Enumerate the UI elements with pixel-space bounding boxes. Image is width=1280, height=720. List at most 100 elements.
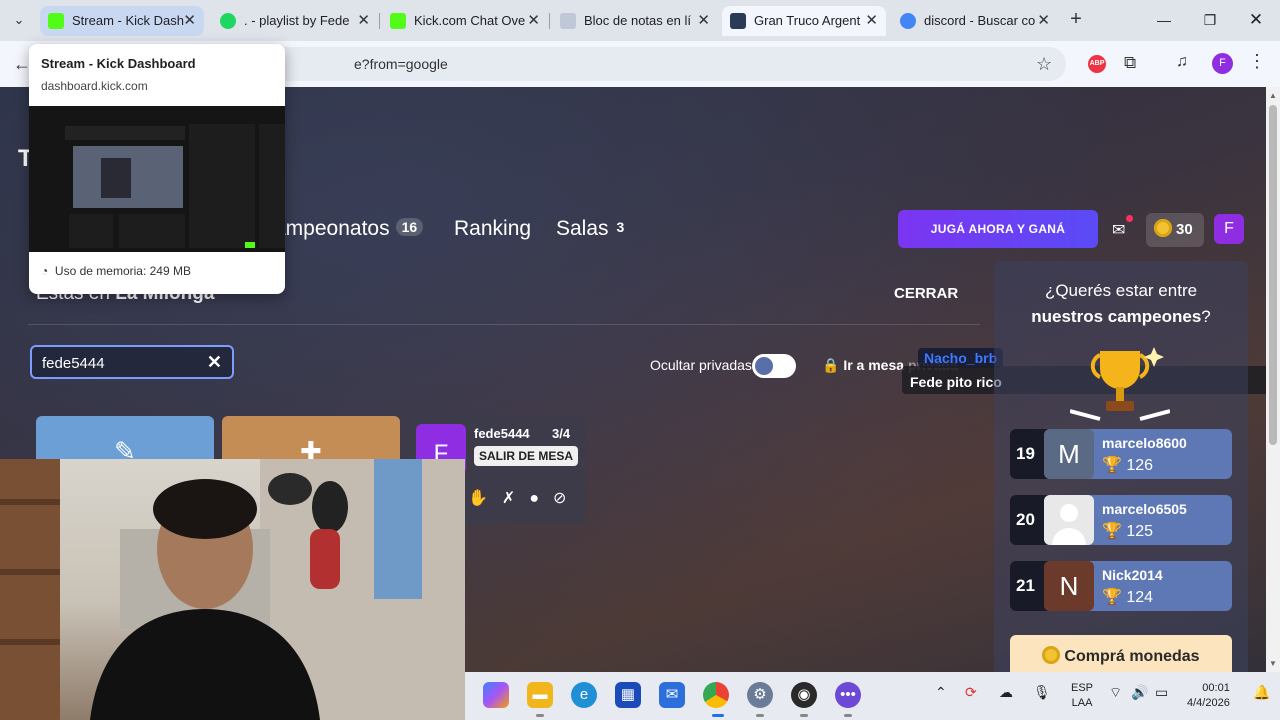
rank-score-value: 125 — [1126, 523, 1154, 540]
lang-line2: LAA — [1071, 697, 1093, 709]
clear-search-icon[interactable]: ✕ — [207, 352, 222, 373]
adblock-plus-icon[interactable]: ABP — [1088, 55, 1106, 73]
table-player-count: 3/4 — [552, 426, 571, 441]
toggle-knob — [755, 357, 773, 375]
cloud-icon[interactable]: ☁ — [999, 684, 1013, 701]
restore-icon[interactable]: ❐ — [1198, 8, 1222, 32]
memory-text: Uso de memoria: 249 MB — [54, 264, 191, 278]
tab-kick-dashboard[interactable]: Stream - Kick Dash ✕ — [40, 6, 204, 36]
microsoft-store-icon[interactable]: ▦ — [615, 682, 641, 708]
more-menu-icon[interactable]: ⋮ — [1248, 51, 1266, 72]
coins-balance[interactable]: 30 — [1146, 213, 1204, 247]
rank-score-value: 126 — [1126, 457, 1154, 474]
volume-icon[interactable]: 🔊 — [1131, 684, 1148, 701]
truco-icon — [730, 13, 746, 29]
scroll-up-icon[interactable]: ▲ — [1269, 91, 1277, 100]
wifi-icon[interactable]: ⌔ — [1109, 684, 1122, 702]
tab-kick-chat[interactable]: Kick.com Chat Ove ✕ — [382, 6, 548, 36]
copilot-icon[interactable] — [483, 682, 509, 708]
file-explorer-icon[interactable]: ▬ — [527, 682, 553, 708]
default-user-icon — [1052, 504, 1086, 545]
rank-score-value: 124 — [1126, 589, 1154, 606]
nav-ranking[interactable]: Ranking — [454, 217, 531, 241]
scroll-down-icon[interactable]: ▼ — [1269, 659, 1277, 668]
rank-card: N Nick2014 🏆 124 — [1044, 561, 1232, 611]
hover-card-memory: ◔ Uso de memoria: 249 MB — [41, 264, 191, 278]
tab-discord-search[interactable]: discord - Buscar co ✕ — [892, 6, 1058, 36]
outlook-icon[interactable]: ✉ — [659, 682, 685, 708]
ranking-row[interactable]: 19 M marcelo8600 🏆 126 — [1010, 429, 1232, 479]
dashboard-preview-image — [29, 106, 285, 252]
close-icon[interactable]: ✕ — [865, 6, 878, 36]
notification-dot — [1126, 215, 1133, 222]
ranking-row[interactable]: 20 marcelo6505 🏆 125 — [1010, 495, 1232, 545]
profile-avatar[interactable]: F — [1212, 53, 1233, 74]
ranking-row[interactable]: 21 N Nick2014 🏆 124 — [1010, 561, 1232, 611]
extensions-puzzle-icon[interactable]: ⧉ — [1124, 53, 1136, 73]
table-search-input[interactable]: fede5444 ✕ — [30, 345, 234, 379]
rank-card: marcelo6505 🏆 125 — [1044, 495, 1232, 545]
sync-icon[interactable]: ⟳ — [965, 684, 977, 701]
tray-chevron-up-icon[interactable]: ⌃ — [935, 684, 947, 701]
hide-private-toggle[interactable] — [752, 354, 796, 378]
microphone-icon[interactable]: 🎙 — [1033, 684, 1051, 701]
chat-bubble-icon[interactable]: ● — [529, 490, 553, 507]
leave-table-button[interactable]: SALIR DE MESA — [474, 446, 578, 466]
hide-private-label: Ocultar privadas — [650, 357, 752, 373]
user-avatar[interactable]: F — [1214, 214, 1244, 244]
media-control-icon[interactable]: ♫ — [1176, 53, 1188, 71]
chrome-icon[interactable] — [703, 682, 729, 708]
kick-icon — [48, 13, 64, 29]
hand-icon[interactable]: ✋ — [468, 490, 502, 507]
window-close-icon[interactable]: ✕ — [1244, 8, 1268, 32]
rank-number: 20 — [1016, 510, 1035, 529]
close-icon[interactable]: ✕ — [527, 6, 540, 36]
settings-gear-icon[interactable]: ⚙ — [747, 682, 773, 708]
nav-campeonatos[interactable]: ampeonatos 16 — [274, 217, 424, 241]
sidebar-question-line2: nuestros campeones? — [994, 307, 1248, 327]
obs-icon[interactable]: ◉ — [791, 682, 817, 708]
clock-time: 00:01 — [1202, 682, 1230, 694]
hover-card-thumbnail — [29, 106, 285, 252]
close-room-button[interactable]: CERRAR — [894, 285, 958, 302]
close-icon[interactable]: ✕ — [1037, 6, 1050, 36]
close-icon[interactable]: ✕ — [357, 6, 370, 36]
tab-separator — [549, 13, 550, 29]
nav-salas[interactable]: Salas 3 — [556, 217, 626, 241]
close-icon[interactable]: ✕ — [183, 6, 196, 36]
page-scrollbar[interactable]: ▲ ▼ — [1266, 87, 1280, 720]
no-video-icon[interactable]: ⊘ — [553, 490, 580, 507]
hover-card-title: Stream - Kick Dashboard — [41, 56, 196, 71]
buy-coins-label: Comprá monedas — [1064, 648, 1200, 665]
bookmark-star-icon[interactable]: ☆ — [1036, 54, 1052, 75]
new-tab-button[interactable]: + — [1064, 8, 1088, 32]
kick-icon — [390, 13, 406, 29]
chat-app-icon[interactable]: ••• — [835, 682, 861, 708]
rank-score: 🏆 124 — [1102, 587, 1153, 607]
running-indicator — [536, 714, 544, 717]
tab-search-chevron-icon[interactable]: ⌄ — [8, 9, 30, 31]
notifications-bell-icon[interactable]: 🔔 — [1253, 684, 1270, 701]
clock[interactable]: 00:01 4/4/2026 — [1187, 681, 1230, 711]
battery-icon[interactable]: ▭ — [1155, 684, 1168, 701]
language-indicator[interactable]: ESP LAA — [1071, 681, 1093, 711]
champions-sidebar: ¿Querés estar entre nuestros campeones? … — [994, 261, 1248, 720]
webcam-video — [0, 459, 465, 720]
close-icon[interactable]: ✕ — [697, 6, 710, 36]
mail-icon[interactable]: ✉ — [1112, 220, 1125, 240]
play-now-button[interactable]: JUGÁ AHORA Y GANÁ — [898, 210, 1098, 248]
rank-score: 🏆 126 — [1102, 455, 1153, 475]
tab-strip: ⌄ Stream - Kick Dash ✕ . - playlist by F… — [0, 0, 1280, 41]
tab-bloc-de-notas[interactable]: Bloc de notas en lí ✕ — [552, 6, 718, 36]
rank-name: Nick2014 — [1102, 567, 1163, 583]
scroll-thumb[interactable] — [1269, 105, 1277, 445]
minimize-icon[interactable]: — — [1152, 8, 1176, 32]
table-icons: ✋✗●⊘ — [468, 488, 580, 508]
tab-spotify-playlist[interactable]: . - playlist by Fede ✕ — [212, 6, 378, 36]
edge-icon[interactable]: e — [571, 682, 597, 708]
windows-taskbar: ▬ e ▦ ✉ ⚙ ◉ ••• ⌃ ⟳ ☁ 🎙 ESP LAA ⌔ 🔊 ▭ 00… — [465, 672, 1280, 720]
nav-badge: 16 — [395, 218, 424, 236]
rank-name: marcelo8600 — [1102, 435, 1187, 451]
no-mic-icon[interactable]: ✗ — [502, 490, 529, 507]
tab-gran-truco[interactable]: Gran Truco Argent ✕ — [722, 6, 886, 36]
